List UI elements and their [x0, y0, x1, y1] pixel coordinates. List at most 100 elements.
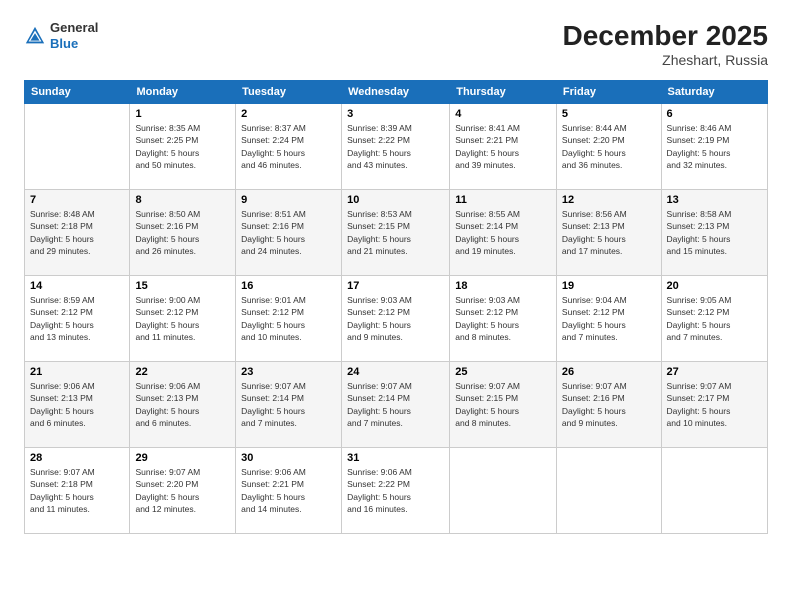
- day-number: 20: [667, 280, 762, 292]
- calendar-cell: 26Sunrise: 9:07 AMSunset: 2:16 PMDayligh…: [556, 362, 661, 448]
- day-number: 29: [135, 452, 230, 464]
- day-number: 19: [562, 280, 656, 292]
- calendar-week-2: 7Sunrise: 8:48 AMSunset: 2:18 PMDaylight…: [25, 190, 768, 276]
- calendar-table: Sunday Monday Tuesday Wednesday Thursday…: [24, 80, 768, 534]
- header-sunday: Sunday: [25, 81, 130, 104]
- calendar-cell: 9 Sunrise: 8:51 AMSunset: 2:16 PMDaylight…: [236, 190, 342, 276]
- title-block: December 2025 Zheshart, Russia: [563, 20, 768, 68]
- day-info: Sunrise: 9:03 AMSunset: 2:12 PMDaylight:…: [347, 294, 444, 343]
- calendar-cell: 1 Sunrise: 8:35 AMSunset: 2:25 PMDaylight…: [130, 104, 236, 190]
- day-info: Sunrise: 9:00 AMSunset: 2:12 PMDaylight:…: [135, 294, 230, 343]
- day-info: Sunrise: 9:07 AMSunset: 2:16 PMDaylight:…: [562, 380, 656, 429]
- calendar-header-row: Sunday Monday Tuesday Wednesday Thursday…: [25, 81, 768, 104]
- day-number: 14: [30, 280, 124, 292]
- calendar-cell: [661, 448, 767, 534]
- day-number: 21: [30, 366, 124, 378]
- header-tuesday: Tuesday: [236, 81, 342, 104]
- day-info: Sunrise: 9:05 AMSunset: 2:12 PMDaylight:…: [667, 294, 762, 343]
- calendar-cell: 14 Sunrise: 8:59 AMSunset: 2:12 PMDayligh…: [25, 276, 130, 362]
- day-info: Sunrise: 8:44 AMSunset: 2:20 PMDaylight:…: [562, 122, 656, 171]
- calendar-cell: 25 Sunrise: 9:07 AMSunset: 2:15 PMDayligh…: [450, 362, 557, 448]
- day-number: 10: [347, 194, 444, 206]
- day-number: 5: [562, 108, 656, 120]
- calendar-week-1: 1 Sunrise: 8:35 AMSunset: 2:25 PMDaylight…: [25, 104, 768, 190]
- header-saturday: Saturday: [661, 81, 767, 104]
- calendar-cell: 21 Sunrise: 9:06 AMSunset: 2:13 PMDayligh…: [25, 362, 130, 448]
- day-info: Sunrise: 8:39 AMSunset: 2:22 PMDaylight:…: [347, 122, 444, 171]
- calendar-cell: 17Sunrise: 9:03 AMSunset: 2:12 PMDayligh…: [342, 276, 450, 362]
- day-info: Sunrise: 9:06 AMSunset: 2:13 PMDaylight:…: [30, 380, 124, 429]
- calendar-cell: 27 Sunrise: 9:07 AMSunset: 2:17 PMDayligh…: [661, 362, 767, 448]
- day-number: 11: [455, 194, 551, 206]
- calendar-week-5: 28Sunrise: 9:07 AMSunset: 2:18 PMDayligh…: [25, 448, 768, 534]
- day-info: Sunrise: 8:50 AMSunset: 2:16 PMDaylight:…: [135, 208, 230, 257]
- day-number: 15: [135, 280, 230, 292]
- day-number: 7: [30, 194, 124, 206]
- calendar-cell: 5 Sunrise: 8:44 AMSunset: 2:20 PMDaylight…: [556, 104, 661, 190]
- location: Zheshart, Russia: [563, 52, 768, 68]
- calendar-cell: 10 Sunrise: 8:53 AMSunset: 2:15 PMDayligh…: [342, 190, 450, 276]
- day-number: 8: [135, 194, 230, 206]
- calendar-cell: 29Sunrise: 9:07 AMSunset: 2:20 PMDayligh…: [130, 448, 236, 534]
- day-info: Sunrise: 9:07 AMSunset: 2:14 PMDaylight:…: [347, 380, 444, 429]
- day-number: 2: [241, 108, 336, 120]
- day-number: 9: [241, 194, 336, 206]
- calendar-cell: 18Sunrise: 9:03 AMSunset: 2:12 PMDayligh…: [450, 276, 557, 362]
- day-info: Sunrise: 9:07 AMSunset: 2:17 PMDaylight:…: [667, 380, 762, 429]
- day-info: Sunrise: 9:01 AMSunset: 2:12 PMDaylight:…: [241, 294, 336, 343]
- calendar-cell: [556, 448, 661, 534]
- day-number: 28: [30, 452, 124, 464]
- day-info: Sunrise: 8:56 AMSunset: 2:13 PMDaylight:…: [562, 208, 656, 257]
- day-number: 24: [347, 366, 444, 378]
- day-info: Sunrise: 8:51 AMSunset: 2:16 PMDaylight:…: [241, 208, 336, 257]
- day-info: Sunrise: 9:06 AMSunset: 2:22 PMDaylight:…: [347, 466, 444, 515]
- calendar-cell: 3 Sunrise: 8:39 AMSunset: 2:22 PMDaylight…: [342, 104, 450, 190]
- day-info: Sunrise: 8:37 AMSunset: 2:24 PMDaylight:…: [241, 122, 336, 171]
- header: General Blue December 2025 Zheshart, Rus…: [24, 20, 768, 68]
- day-info: Sunrise: 8:46 AMSunset: 2:19 PMDaylight:…: [667, 122, 762, 171]
- calendar-cell: 15 Sunrise: 9:00 AMSunset: 2:12 PMDayligh…: [130, 276, 236, 362]
- day-number: 13: [667, 194, 762, 206]
- day-number: 27: [667, 366, 762, 378]
- calendar-cell: 4Sunrise: 8:41 AMSunset: 2:21 PMDaylight…: [450, 104, 557, 190]
- day-info: Sunrise: 8:53 AMSunset: 2:15 PMDaylight:…: [347, 208, 444, 257]
- header-thursday: Thursday: [450, 81, 557, 104]
- day-number: 31: [347, 452, 444, 464]
- day-info: Sunrise: 9:06 AMSunset: 2:13 PMDaylight:…: [135, 380, 230, 429]
- calendar-cell: 7Sunrise: 8:48 AMSunset: 2:18 PMDaylight…: [25, 190, 130, 276]
- day-number: 16: [241, 280, 336, 292]
- calendar-cell: [450, 448, 557, 534]
- calendar-week-3: 14 Sunrise: 8:59 AMSunset: 2:12 PMDayligh…: [25, 276, 768, 362]
- day-number: 23: [241, 366, 336, 378]
- logo-icon: [24, 25, 46, 47]
- calendar-cell: [25, 104, 130, 190]
- calendar-cell: 22 Sunrise: 9:06 AMSunset: 2:13 PMDayligh…: [130, 362, 236, 448]
- day-info: Sunrise: 8:35 AMSunset: 2:25 PMDaylight:…: [135, 122, 230, 171]
- calendar-cell: 16 Sunrise: 9:01 AMSunset: 2:12 PMDayligh…: [236, 276, 342, 362]
- calendar-cell: 8 Sunrise: 8:50 AMSunset: 2:16 PMDaylight…: [130, 190, 236, 276]
- month-title: December 2025: [563, 20, 768, 52]
- day-info: Sunrise: 9:07 AMSunset: 2:14 PMDaylight:…: [241, 380, 336, 429]
- day-number: 22: [135, 366, 230, 378]
- day-info: Sunrise: 8:59 AMSunset: 2:12 PMDaylight:…: [30, 294, 124, 343]
- calendar-cell: 2 Sunrise: 8:37 AMSunset: 2:24 PMDaylight…: [236, 104, 342, 190]
- logo-general-text: General: [50, 20, 98, 35]
- header-monday: Monday: [130, 81, 236, 104]
- header-wednesday: Wednesday: [342, 81, 450, 104]
- day-info: Sunrise: 8:41 AMSunset: 2:21 PMDaylight:…: [455, 122, 551, 171]
- day-info: Sunrise: 9:04 AMSunset: 2:12 PMDaylight:…: [562, 294, 656, 343]
- calendar-cell: 12 Sunrise: 8:56 AMSunset: 2:13 PMDayligh…: [556, 190, 661, 276]
- day-number: 12: [562, 194, 656, 206]
- day-number: 3: [347, 108, 444, 120]
- day-number: 6: [667, 108, 762, 120]
- day-info: Sunrise: 8:55 AMSunset: 2:14 PMDaylight:…: [455, 208, 551, 257]
- calendar-cell: 13Sunrise: 8:58 AMSunset: 2:13 PMDayligh…: [661, 190, 767, 276]
- day-info: Sunrise: 9:07 AMSunset: 2:15 PMDaylight:…: [455, 380, 551, 429]
- day-number: 18: [455, 280, 551, 292]
- calendar-cell: 23 Sunrise: 9:07 AMSunset: 2:14 PMDayligh…: [236, 362, 342, 448]
- day-number: 25: [455, 366, 551, 378]
- day-number: 1: [135, 108, 230, 120]
- calendar-cell: 11 Sunrise: 8:55 AMSunset: 2:14 PMDayligh…: [450, 190, 557, 276]
- day-info: Sunrise: 9:06 AMSunset: 2:21 PMDaylight:…: [241, 466, 336, 515]
- calendar-cell: 19 Sunrise: 9:04 AMSunset: 2:12 PMDayligh…: [556, 276, 661, 362]
